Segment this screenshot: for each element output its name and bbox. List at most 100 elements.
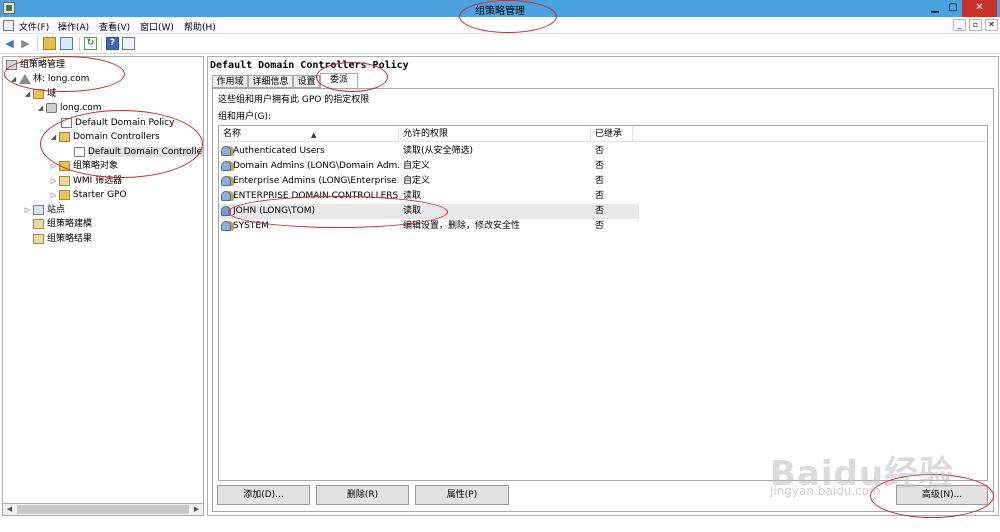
row-inherited: 否	[595, 146, 605, 156]
menu-help[interactable]: 帮助(H)	[184, 20, 216, 33]
collapse-icon[interactable]: ◢	[23, 87, 32, 101]
help-icon[interactable]: ?	[106, 37, 119, 50]
toolbar-separator	[79, 37, 80, 51]
forward-icon[interactable]: ▶	[19, 37, 32, 50]
group-icon	[221, 146, 231, 156]
scroll-right-icon[interactable]: ▶	[190, 504, 203, 515]
action-pane-icon[interactable]	[122, 37, 135, 50]
results-icon	[33, 234, 44, 244]
expand-icon[interactable]: ▷	[49, 159, 58, 173]
window-title: 组策略管理	[475, 6, 525, 17]
tree-item-default-domain-policy[interactable]: Default Domain Policy	[60, 116, 174, 130]
refresh-icon[interactable]: ↻	[84, 37, 97, 50]
folder-icon	[59, 176, 70, 186]
menu-view[interactable]: 查看(V)	[99, 20, 130, 33]
ou-icon	[59, 132, 70, 142]
tree-item-domains[interactable]: ◢ 域	[23, 87, 56, 101]
up-folder-icon[interactable]	[43, 37, 56, 50]
table-row[interactable]: ENTERPRISE DOMAIN CONTROLLERS 读取 否	[219, 189, 639, 204]
tree-item-default-dc-policy[interactable]: Default Domain Controllers	[73, 145, 203, 159]
group-icon	[221, 191, 231, 201]
advanced-button[interactable]: 高级(N)...	[896, 485, 988, 505]
row-name: Domain Admins (LONG\Domain Adm...	[233, 161, 399, 171]
expand-icon[interactable]: ▷	[23, 203, 32, 217]
menu-window[interactable]: 窗口(W)	[140, 20, 174, 33]
tree-label: Starter GPO	[73, 190, 127, 200]
forest-icon	[19, 74, 31, 84]
tree-item-modeling[interactable]: 组策略建模	[32, 217, 92, 231]
row-name: Authenticated Users	[233, 146, 325, 156]
tab-settings[interactable]: 设置	[293, 75, 320, 88]
console-tree[interactable]: 组策略管理 ◢ 林: long.com ◢ 域 ◢ long.com Default …	[2, 56, 204, 516]
mdi-minimize-button[interactable]: _	[953, 19, 966, 31]
show-hide-tree-icon[interactable]	[60, 37, 73, 50]
expand-icon[interactable]: ▷	[49, 174, 58, 188]
scrollbar-thumb[interactable]	[17, 505, 189, 514]
gpo-link-icon	[74, 147, 85, 157]
mdi-close-button[interactable]: ✕	[985, 19, 998, 31]
menu-action[interactable]: 操作(A)	[58, 20, 89, 33]
table-row[interactable]: Enterprise Admins (LONG\Enterprise ... 自…	[219, 174, 639, 189]
tab-details[interactable]: 详细信息	[248, 75, 293, 88]
row-inherited: 否	[595, 206, 605, 216]
title-bar: 组策略管理 ▁ ▢ ✕	[0, 0, 1000, 17]
row-permission: 读取	[403, 191, 422, 201]
details-pane: Default Domain Controllers Policy 作用域 详细…	[207, 56, 999, 516]
tree-item-domain-controllers[interactable]: ◢ Domain Controllers	[49, 130, 160, 144]
tree-item-results[interactable]: 组策略结果	[32, 232, 92, 246]
table-row[interactable]: SYSTEM 编辑设置，删除，修改安全性 否	[219, 219, 639, 234]
tree-item-gpo-objects[interactable]: ▷ 组策略对象	[49, 159, 118, 173]
tree-item-wmi-filters[interactable]: ▷ WMI 筛选器	[49, 174, 122, 188]
delegation-description: 这些组和用户拥有此 GPO 的指定权限	[218, 95, 370, 105]
row-inherited: 否	[595, 221, 605, 231]
column-name[interactable]: 名称 ▲	[219, 126, 399, 142]
menu-file[interactable]: 文件(F)	[19, 20, 49, 33]
sites-icon	[33, 205, 44, 215]
tab-scope[interactable]: 作用域	[212, 75, 248, 88]
tree-item-starter-gpo[interactable]: ▷ Starter GPO	[49, 188, 127, 202]
expand-icon[interactable]: ▷	[49, 188, 58, 202]
row-permission: 读取	[403, 206, 422, 216]
tree-item-forest[interactable]: ◢ 林: long.com	[9, 72, 89, 86]
tree-label: WMI 筛选器	[73, 176, 123, 186]
tab-delegation[interactable]: 委派	[320, 73, 358, 89]
modeling-icon	[33, 219, 44, 229]
row-inherited: 否	[595, 191, 605, 201]
mdi-restore-button[interactable]: ▫	[969, 19, 982, 31]
tree-label: 组策略建模	[47, 219, 93, 229]
group-icon	[221, 221, 231, 231]
list-header: 名称 ▲ 允许的权限 已继承	[219, 126, 987, 142]
tree-horizontal-scrollbar[interactable]: ◀ ▶	[2, 503, 204, 516]
row-permission: 自定义	[403, 161, 431, 171]
toolbar-separator	[37, 37, 38, 51]
tree-label: Default Domain Policy	[75, 118, 175, 128]
panel-title: Default Domain Controllers Policy	[210, 60, 409, 71]
tree-item-domain[interactable]: ◢ long.com	[36, 101, 102, 115]
remove-button[interactable]: 删除(R)	[316, 485, 409, 505]
collapse-icon[interactable]: ◢	[36, 101, 45, 115]
scroll-left-icon[interactable]: ◀	[3, 504, 16, 515]
column-inherited[interactable]: 已继承	[591, 126, 633, 142]
collapse-icon[interactable]: ◢	[49, 130, 58, 144]
close-button[interactable]: ✕	[962, 0, 997, 17]
back-icon[interactable]: ◀	[3, 37, 16, 50]
table-row[interactable]: Domain Admins (LONG\Domain Adm... 自定义 否	[219, 159, 639, 174]
maximize-button[interactable]: ▢	[944, 0, 962, 17]
column-permission[interactable]: 允许的权限	[399, 126, 591, 142]
properties-button[interactable]: 属性(P)	[415, 485, 509, 505]
minimize-button[interactable]: ▁	[926, 0, 944, 17]
permissions-list[interactable]: 名称 ▲ 允许的权限 已继承 Authenticated Users 读取(从安全…	[218, 125, 988, 481]
add-button[interactable]: 添加(D)...	[217, 485, 310, 505]
tree-label: 组策略管理	[20, 60, 66, 70]
table-row-selected[interactable]: JOHN (LONG\TOM) 读取 否	[219, 204, 639, 219]
table-row[interactable]: Authenticated Users 读取(从安全筛选) 否	[219, 144, 639, 159]
groups-users-label: 组和用户(G):	[218, 112, 272, 122]
row-permission: 自定义	[403, 176, 431, 186]
collapse-icon[interactable]: ◢	[9, 72, 18, 86]
tree-label: Domain Controllers	[73, 132, 160, 142]
tree-item-sites[interactable]: ▷ 站点	[23, 203, 65, 217]
tree-item-gpm[interactable]: 组策略管理	[5, 58, 65, 72]
row-name: ENTERPRISE DOMAIN CONTROLLERS	[233, 191, 399, 201]
folder-icon	[59, 190, 70, 200]
row-name: Enterprise Admins (LONG\Enterprise ...	[233, 176, 399, 186]
